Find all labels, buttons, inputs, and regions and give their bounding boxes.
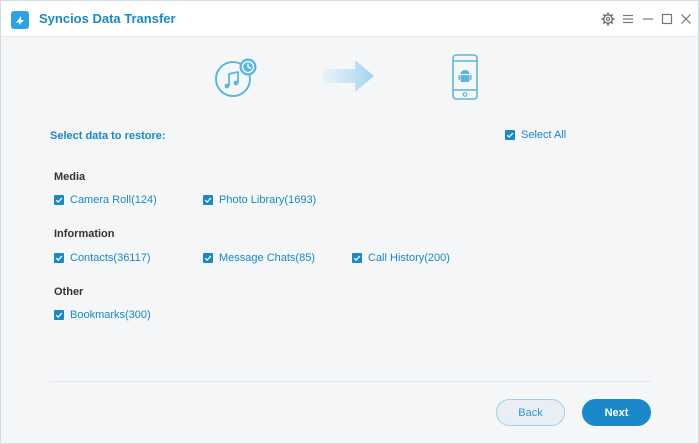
- message-chats-checkbox[interactable]: Message Chats(85): [203, 252, 315, 264]
- app-window: Syncios Data Transfer Select data to res…: [0, 0, 699, 444]
- minimize-icon[interactable]: [641, 12, 655, 26]
- contacts-checkbox[interactable]: Contacts(36117): [54, 252, 151, 264]
- category-other-title: Other: [54, 286, 84, 298]
- footer-divider: [50, 381, 651, 382]
- android-phone-icon: [452, 54, 478, 100]
- next-button[interactable]: Next: [582, 399, 651, 426]
- checkbox-checked-icon[interactable]: [54, 195, 64, 205]
- select-all-checkbox[interactable]: Select All: [505, 129, 566, 141]
- arrow-right-icon: [323, 58, 377, 94]
- bookmarks-checkbox[interactable]: Bookmarks(300): [54, 309, 151, 321]
- maximize-icon[interactable]: [660, 12, 674, 26]
- settings-icon[interactable]: [601, 12, 615, 26]
- music-backup-icon: [214, 57, 260, 99]
- bookmarks-label: Bookmarks(300): [70, 309, 151, 321]
- back-button[interactable]: Back: [496, 399, 565, 426]
- photo-library-label: Photo Library(1693): [219, 194, 317, 206]
- category-information-title: Information: [54, 228, 115, 240]
- select-all-label: Select All: [521, 129, 567, 141]
- app-title: Syncios Data Transfer: [39, 11, 176, 26]
- syncios-logo-icon: [10, 10, 30, 30]
- category-media-title: Media: [54, 171, 86, 183]
- call-history-checkbox[interactable]: Call History(200): [352, 252, 450, 264]
- title-bar: Syncios Data Transfer: [1, 1, 698, 37]
- checkbox-checked-icon[interactable]: [203, 195, 213, 205]
- checkbox-checked-icon[interactable]: [203, 253, 213, 263]
- menu-icon[interactable]: [621, 12, 635, 26]
- checkbox-checked-icon[interactable]: [505, 130, 515, 140]
- photo-library-checkbox[interactable]: Photo Library(1693): [203, 194, 316, 206]
- checkbox-checked-icon[interactable]: [54, 253, 64, 263]
- camera-roll-checkbox[interactable]: Camera Roll(124): [54, 194, 157, 206]
- checkbox-checked-icon[interactable]: [352, 253, 362, 263]
- contacts-label: Contacts(36117): [70, 252, 151, 264]
- call-history-label: Call History(200): [368, 252, 450, 264]
- restore-heading: Select data to restore:: [50, 130, 166, 142]
- message-chats-label: Message Chats(85): [219, 252, 315, 264]
- checkbox-checked-icon[interactable]: [54, 310, 64, 320]
- close-icon[interactable]: [679, 12, 693, 26]
- camera-roll-label: Camera Roll(124): [70, 194, 157, 206]
